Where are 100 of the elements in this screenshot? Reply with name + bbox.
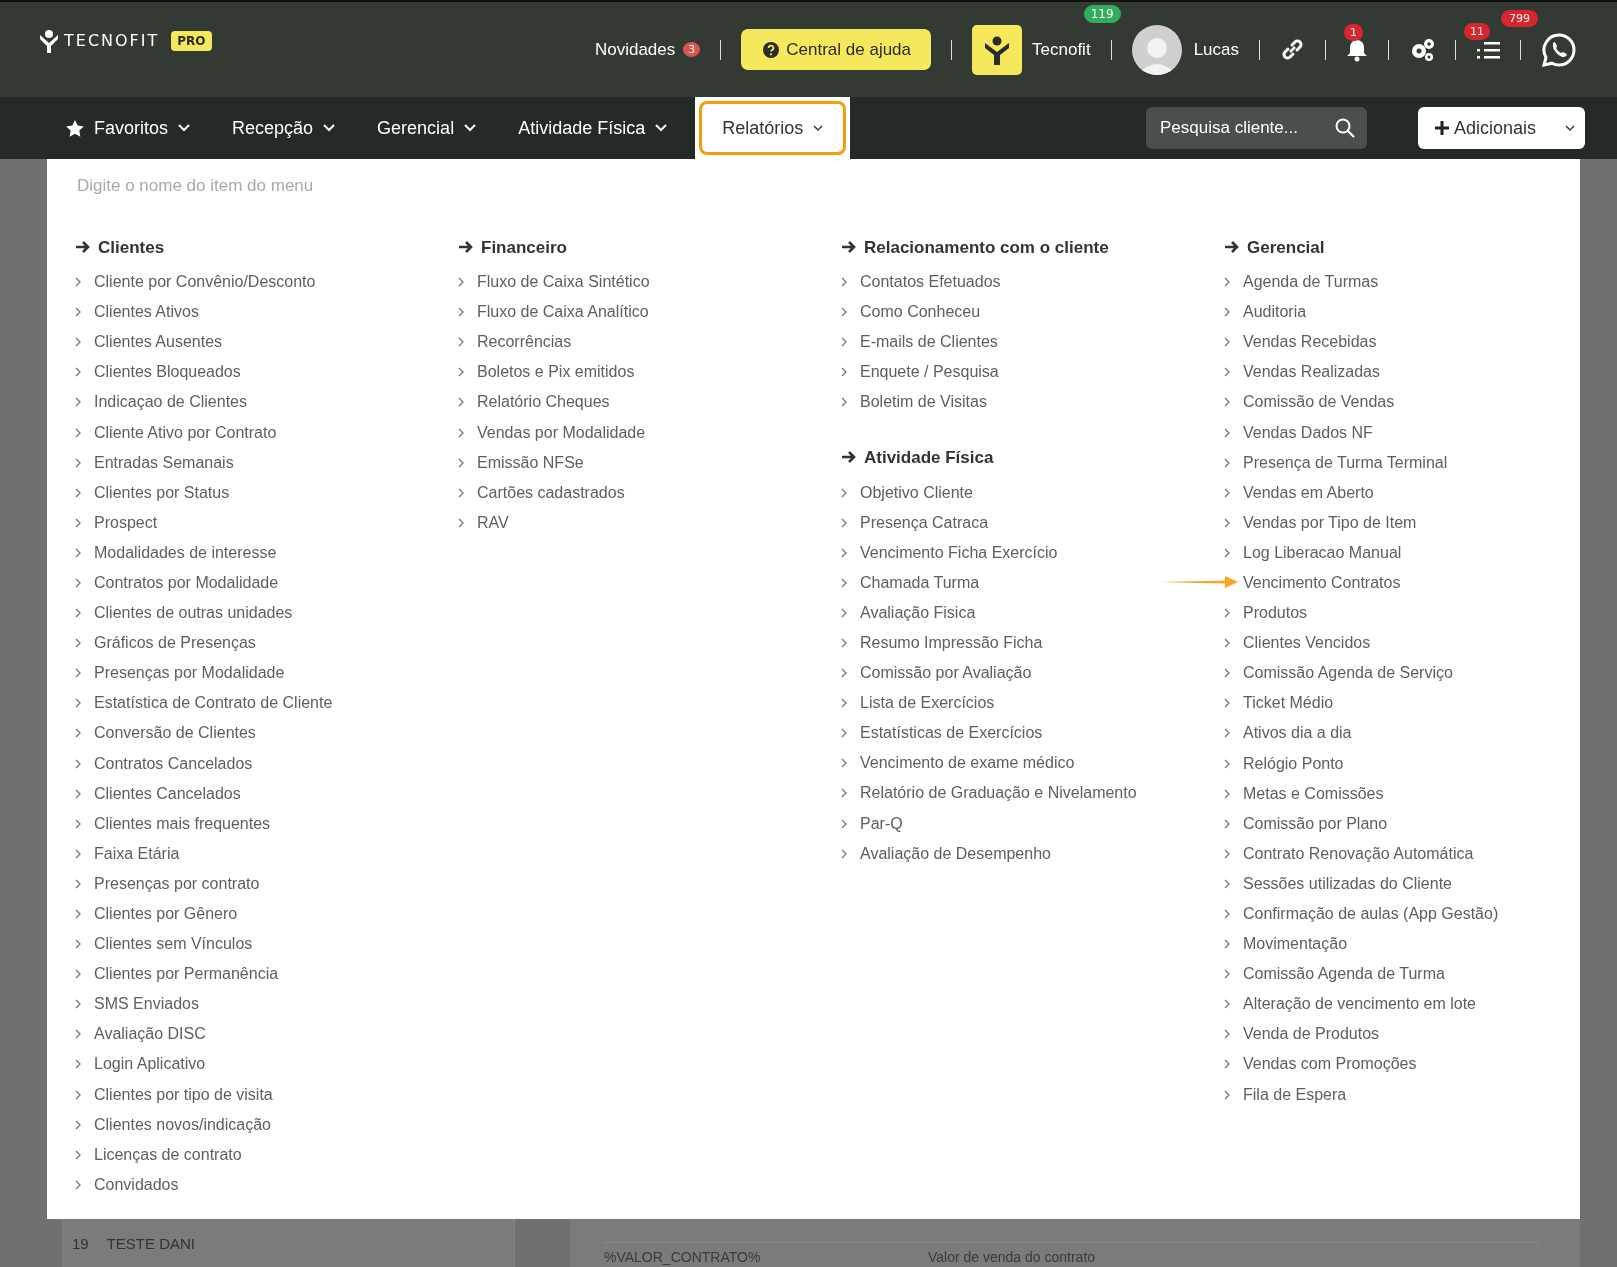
menu-item[interactable]: Comissão de Vendas (1243, 393, 1395, 412)
menu-item[interactable]: Boletos e Pix emitidos (477, 363, 635, 382)
news-link[interactable]: Novidades (594, 39, 676, 60)
nav-tab[interactable]: Recepção (218, 97, 350, 159)
menu-item[interactable]: Clientes de outras unidades (94, 604, 293, 623)
menu-item[interactable]: Indicaçao de Clientes (94, 393, 247, 412)
menu-item[interactable]: Emissão NFSe (477, 453, 584, 472)
menu-item[interactable]: Par-Q (860, 814, 903, 833)
menu-item[interactable]: Licenças de contrato (94, 1145, 242, 1164)
menu-item[interactable]: Enquete / Pesquisa (860, 363, 999, 382)
menu-item[interactable]: Clientes por Permanência (94, 965, 279, 984)
menu-item[interactable]: Metas e Comissões (1243, 784, 1384, 803)
menu-item[interactable]: Estatística de Contrato de Cliente (94, 694, 333, 713)
menu-item[interactable]: Vendas por Modalidade (477, 423, 646, 442)
menu-item[interactable]: Fluxo de Caixa Sintético (477, 273, 650, 292)
menu-item[interactable]: E-mails de Clientes (860, 333, 998, 352)
unit-name[interactable]: Tecnofit (1032, 39, 1091, 60)
menu-item[interactable]: RAV (477, 513, 509, 532)
menu-item[interactable]: Contratos Cancelados (94, 754, 253, 773)
menu-item[interactable]: Objetivo Cliente (860, 483, 973, 502)
add-button[interactable]: Adicionais (1418, 107, 1585, 149)
menu-item[interactable]: Contratos por Modalidade (94, 574, 279, 592)
menu-item[interactable]: Produtos (1243, 604, 1308, 623)
whatsapp-icon[interactable] (1541, 31, 1577, 68)
menu-item[interactable]: Resumo Impressão Ficha (860, 634, 1043, 652)
menu-item[interactable]: Como Conheceu (860, 303, 981, 322)
menu-item[interactable]: Vendas em Aberto (1243, 483, 1374, 502)
nav-tab[interactable]: Gerencial (363, 97, 491, 159)
menu-item[interactable]: Convidados (94, 1175, 179, 1194)
menu-item[interactable]: Contrato Renovação Automática (1243, 844, 1474, 863)
menu-item[interactable]: Presenças por Modalidade (94, 664, 285, 683)
menu-item[interactable]: Fila de Espera (1243, 1085, 1347, 1104)
menu-item[interactable]: Vencimento Ficha Exercício (860, 543, 1058, 562)
bell-icon[interactable] (1346, 37, 1368, 62)
menu-item[interactable]: Clientes Ativos (94, 303, 199, 322)
menu-item[interactable]: Prospect (94, 513, 158, 532)
nav-tab[interactable]: Atividade Física (504, 97, 682, 159)
menu-item[interactable]: Clientes Ausentes (94, 333, 223, 352)
menu-item[interactable]: Conversão de Clientes (94, 724, 256, 743)
menu-item[interactable]: Vendas por Tipo de Item (1243, 513, 1417, 532)
menu-item[interactable]: Login Aplicativo (94, 1055, 206, 1074)
user-name[interactable]: Lucas (1193, 39, 1239, 60)
settings-icon[interactable] (1409, 36, 1435, 63)
menu-item[interactable]: Ticket Médio (1243, 694, 1334, 713)
menu-item[interactable]: Agenda de Turmas (1243, 273, 1379, 292)
menu-item[interactable]: Lista de Exercícios (860, 694, 995, 713)
menu-item[interactable]: Estatísticas de Exercícios (860, 724, 1043, 743)
menu-item[interactable]: Clientes por tipo de visita (94, 1085, 273, 1104)
menu-item[interactable]: Chamada Turma (860, 573, 980, 592)
unit-logo-icon[interactable] (972, 24, 1023, 75)
menu-item[interactable]: Alteração de vencimento em lote (1243, 995, 1476, 1014)
menu-item[interactable]: Vendas Realizadas (1243, 363, 1380, 382)
menu-item[interactable]: Modalidades de interesse (94, 543, 277, 562)
menu-item[interactable]: Auditoria (1243, 303, 1307, 322)
menu-item[interactable]: Clientes por Gênero (94, 905, 238, 923)
menu-item[interactable]: Relógio Ponto (1243, 754, 1344, 773)
menu-item[interactable]: Vendas Recebidas (1243, 333, 1377, 352)
menu-item[interactable]: Comissão Agenda de Turma (1243, 965, 1445, 984)
menu-item[interactable]: Faixa Etária (94, 844, 180, 863)
menu-item[interactable]: Recorrências (477, 333, 572, 352)
menu-item[interactable]: Log Liberacao Manual (1243, 543, 1402, 562)
menu-item[interactable]: Cartões cadastrados (477, 483, 625, 502)
menu-item[interactable]: Cliente Ativo por Contrato (94, 423, 277, 442)
menu-item[interactable]: Boletim de Visitas (860, 393, 987, 412)
menu-item[interactable]: Venda de Produtos (1243, 1025, 1380, 1044)
menu-item[interactable]: Confirmação de aulas (App Gestão) (1243, 905, 1499, 923)
menu-item[interactable]: Clientes sem Vínculos (94, 935, 253, 954)
menu-item[interactable]: Clientes mais frequentes (94, 814, 271, 833)
menu-item[interactable]: Presença de Turma Terminal (1243, 453, 1448, 472)
menu-item[interactable]: Comissão por Avaliação (860, 664, 1032, 683)
menu-item[interactable]: Avaliação de Desempenho (860, 844, 1051, 863)
menu-item[interactable]: Presença Catraca (860, 513, 989, 532)
menu-item[interactable]: SMS Enviados (94, 995, 199, 1014)
menu-item[interactable]: Gráficos de Presenças (94, 634, 256, 653)
menu-item[interactable]: Sessões utilizadas do Cliente (1243, 874, 1452, 893)
menu-item[interactable]: Presenças por contrato (94, 874, 260, 893)
client-search-field[interactable]: Pesquisa cliente... (1146, 107, 1367, 149)
menu-item[interactable]: Vencimento de exame médico (860, 754, 1075, 773)
menu-item[interactable]: Cliente por Convênio/Desconto (94, 273, 316, 292)
link-icon[interactable] (1280, 37, 1305, 62)
menu-item[interactable]: Ativos dia a dia (1243, 724, 1352, 743)
menu-item[interactable]: Movimentação (1243, 935, 1348, 954)
menu-item[interactable]: Vencimento Contratos (1243, 574, 1401, 592)
menu-item[interactable]: Clientes novos/indicação (94, 1115, 271, 1134)
menu-item[interactable]: Relatório Cheques (477, 393, 610, 412)
menu-item[interactable]: Clientes Bloqueados (94, 363, 241, 382)
menu-item[interactable]: Avaliação DISC (94, 1025, 206, 1044)
menu-item[interactable]: Clientes por Status (94, 483, 230, 502)
menu-item[interactable]: Comissão por Plano (1243, 814, 1388, 833)
menu-item[interactable]: Vendas com Promoções (1243, 1055, 1417, 1074)
menu-item[interactable]: Contatos Efetuados (860, 273, 1001, 292)
nav-tab[interactable]: Relatórios (695, 97, 851, 159)
help-button[interactable]: Central de ajuda (741, 29, 932, 70)
menu-item[interactable]: Entradas Semanais (94, 453, 234, 472)
menu-item[interactable]: Relatório de Graduação e Nivelamento (860, 784, 1137, 803)
menu-item[interactable]: Vendas Dados NF (1243, 423, 1373, 442)
nav-tab[interactable]: Favoritos (52, 97, 205, 159)
menu-item[interactable]: Clientes Vencidos (1243, 634, 1371, 653)
menu-item[interactable]: Fluxo de Caixa Analítico (477, 303, 649, 322)
menu-item[interactable]: Avaliação Fisica (860, 603, 976, 622)
